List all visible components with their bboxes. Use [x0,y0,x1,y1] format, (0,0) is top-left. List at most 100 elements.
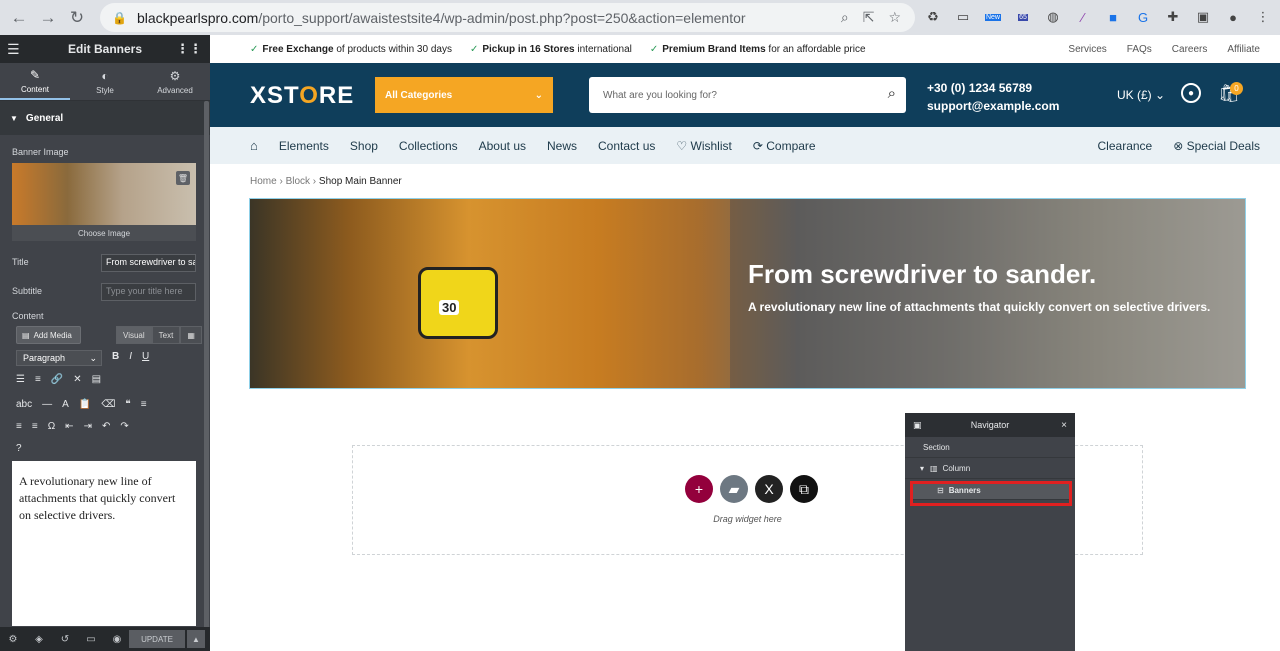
table-icon[interactable]: ▤ [92,374,101,385]
xstore-templates-button[interactable]: X [755,475,783,503]
link-careers[interactable]: Careers [1172,44,1208,55]
translate-extension-icon[interactable]: G [1132,6,1154,28]
news-extension-icon[interactable]: New [982,6,1004,28]
history-icon[interactable]: ↺ [52,634,78,645]
quote-icon[interactable]: ❝ [125,399,130,410]
bookmark-star-icon[interactable]: ☆ [888,9,901,26]
puzzle-extensions-icon[interactable]: ✚ [1162,6,1184,28]
account-icon[interactable]: ● [1181,83,1201,103]
paste-icon[interactable]: 📋 [79,399,91,410]
link-faqs[interactable]: FAQs [1127,44,1152,55]
share-icon[interactable]: ⇱ [863,9,875,26]
profile-avatar[interactable]: ● [1222,6,1244,28]
menu-clearance[interactable]: Clearance [1098,139,1153,153]
outdent-icon[interactable]: ⇤ [65,421,73,432]
globe-extension-icon[interactable]: ◍ [1042,6,1064,28]
settings-icon[interactable]: ⚙ [0,634,26,645]
responsive-icon[interactable]: ▭ [78,634,104,645]
align-left-icon[interactable]: ≡ [141,399,147,410]
breadcrumb-home[interactable]: Home [250,176,277,187]
widgets-grid-icon[interactable]: ⋮⋮ [176,41,202,57]
text-tab[interactable]: Text [151,326,181,344]
menu-special-deals[interactable]: ⊗ Special Deals [1173,139,1260,153]
reload-icon[interactable]: ↻ [62,3,92,33]
subtitle-input[interactable]: Type your title here [101,283,196,301]
site-logo[interactable]: XSTORE [250,82,354,110]
align-center-icon[interactable]: ≡ [16,421,22,432]
navigator-item-section[interactable]: Section [905,437,1075,458]
browser-toolbar: ← → ↻ 🔒 blackpearlspro.com/porto_support… [0,0,1280,35]
panel-scrollbar[interactable] [204,101,209,641]
menu-wishlist[interactable]: ♡ Wishlist [676,139,731,153]
currency-selector[interactable]: UK (£) ⌄ [1117,88,1165,102]
search-input[interactable]: What are you looking for? ⌕ [589,77,906,113]
layers-icon[interactable]: ◈ [26,634,52,645]
help-icon[interactable]: ? [16,443,22,454]
trash-icon[interactable]: 🗑 [176,171,190,185]
hr-icon[interactable]: — [42,399,52,410]
all-categories-dropdown[interactable]: All Categories ⌄ [375,77,553,113]
bullet-list-icon[interactable]: ☰ [16,374,25,385]
visual-tab[interactable]: Visual [116,326,152,344]
omega-icon[interactable]: Ω [48,421,55,432]
strikethrough-icon[interactable]: abc [16,399,32,410]
template-library-button[interactable]: ▰ [720,475,748,503]
numbered-list-icon[interactable]: ≡ [35,374,41,385]
back-icon[interactable]: ← [4,3,34,33]
menu-kebab-icon[interactable]: ⋮ [1252,6,1274,28]
update-options-icon[interactable]: ▲ [187,630,205,648]
sidepanel-icon[interactable]: ▣ [1192,6,1214,28]
copy-paste-button[interactable]: ⧉ [790,475,818,503]
menu-elements[interactable]: Elements [279,139,329,153]
menu-compare[interactable]: ⟳ Compare [753,139,816,153]
menu-shop[interactable]: Shop [350,139,378,153]
home-icon[interactable]: ⌂ [250,138,258,153]
address-bar[interactable]: 🔒 blackpearlspro.com/porto_support/awais… [100,3,915,32]
unlink-icon[interactable]: ✕ [73,374,81,385]
cap-extension-icon[interactable]: 65 [1012,6,1034,28]
close-icon[interactable]: × [1061,420,1067,431]
eraser-icon[interactable]: ⌫ [101,399,115,410]
breadcrumb-block[interactable]: Block [286,176,310,187]
menu-about[interactable]: About us [479,139,526,153]
undo-icon[interactable]: ↶ [102,421,110,432]
text-color-icon[interactable]: A [62,399,69,410]
preview-eye-icon[interactable]: ◉ [104,634,130,645]
tab-content[interactable]: ✎ Content [0,63,70,100]
search-icon[interactable]: ⌕ [888,85,896,102]
support-email[interactable]: support@example.com [927,97,1059,115]
indent-icon[interactable]: ⇥ [84,421,92,432]
collapse-all-icon[interactable]: ▣ [913,420,922,431]
link-affiliate[interactable]: Affiliate [1227,44,1260,55]
redo-icon[interactable]: ↷ [120,421,128,432]
bold-icon[interactable]: B [112,351,119,362]
menu-news[interactable]: News [547,139,577,153]
link-services[interactable]: Services [1068,44,1106,55]
zoom-icon[interactable]: ⌕ [841,9,849,26]
screen-extension-icon[interactable]: ▭ [952,6,974,28]
add-media-button[interactable]: ▤ Add Media [16,326,81,344]
menu-contact[interactable]: Contact us [598,139,655,153]
update-button[interactable]: UPDATE [129,630,185,648]
underline-icon[interactable]: U [142,351,149,362]
pen-extension-icon[interactable]: ⁄ [1072,6,1094,28]
align-right-icon[interactable]: ≡ [32,421,38,432]
tab-advanced[interactable]: ⚙ Advanced [140,63,210,100]
banner-widget[interactable]: 30 From screwdriver to sander. A revolut… [249,198,1246,389]
content-editor[interactable]: A revolutionary new line of attachments … [12,461,196,626]
format-select[interactable]: Paragraph ⌄ [16,350,102,366]
add-section-button[interactable]: + [685,475,713,503]
forward-icon[interactable]: → [33,3,63,33]
section-general[interactable]: ▼ General [0,101,210,135]
choose-image-button[interactable]: Choose Image [12,225,196,241]
recycle-extension-icon[interactable]: ♻ [922,6,944,28]
title-input[interactable]: From screwdriver to sander. [101,254,196,272]
italic-icon[interactable]: I [129,351,132,362]
toolbar-toggle-icon[interactable]: ▦ [180,326,202,344]
menu-collections[interactable]: Collections [399,139,458,153]
link-icon[interactable]: 🔗 [51,374,63,385]
video-extension-icon[interactable]: ■ [1102,6,1124,28]
hamburger-icon[interactable]: ☰ [7,41,20,58]
tab-style[interactable]: ◐ Style [70,63,140,100]
navigator-item-column[interactable]: ▾ ▥ Column [905,458,1075,479]
